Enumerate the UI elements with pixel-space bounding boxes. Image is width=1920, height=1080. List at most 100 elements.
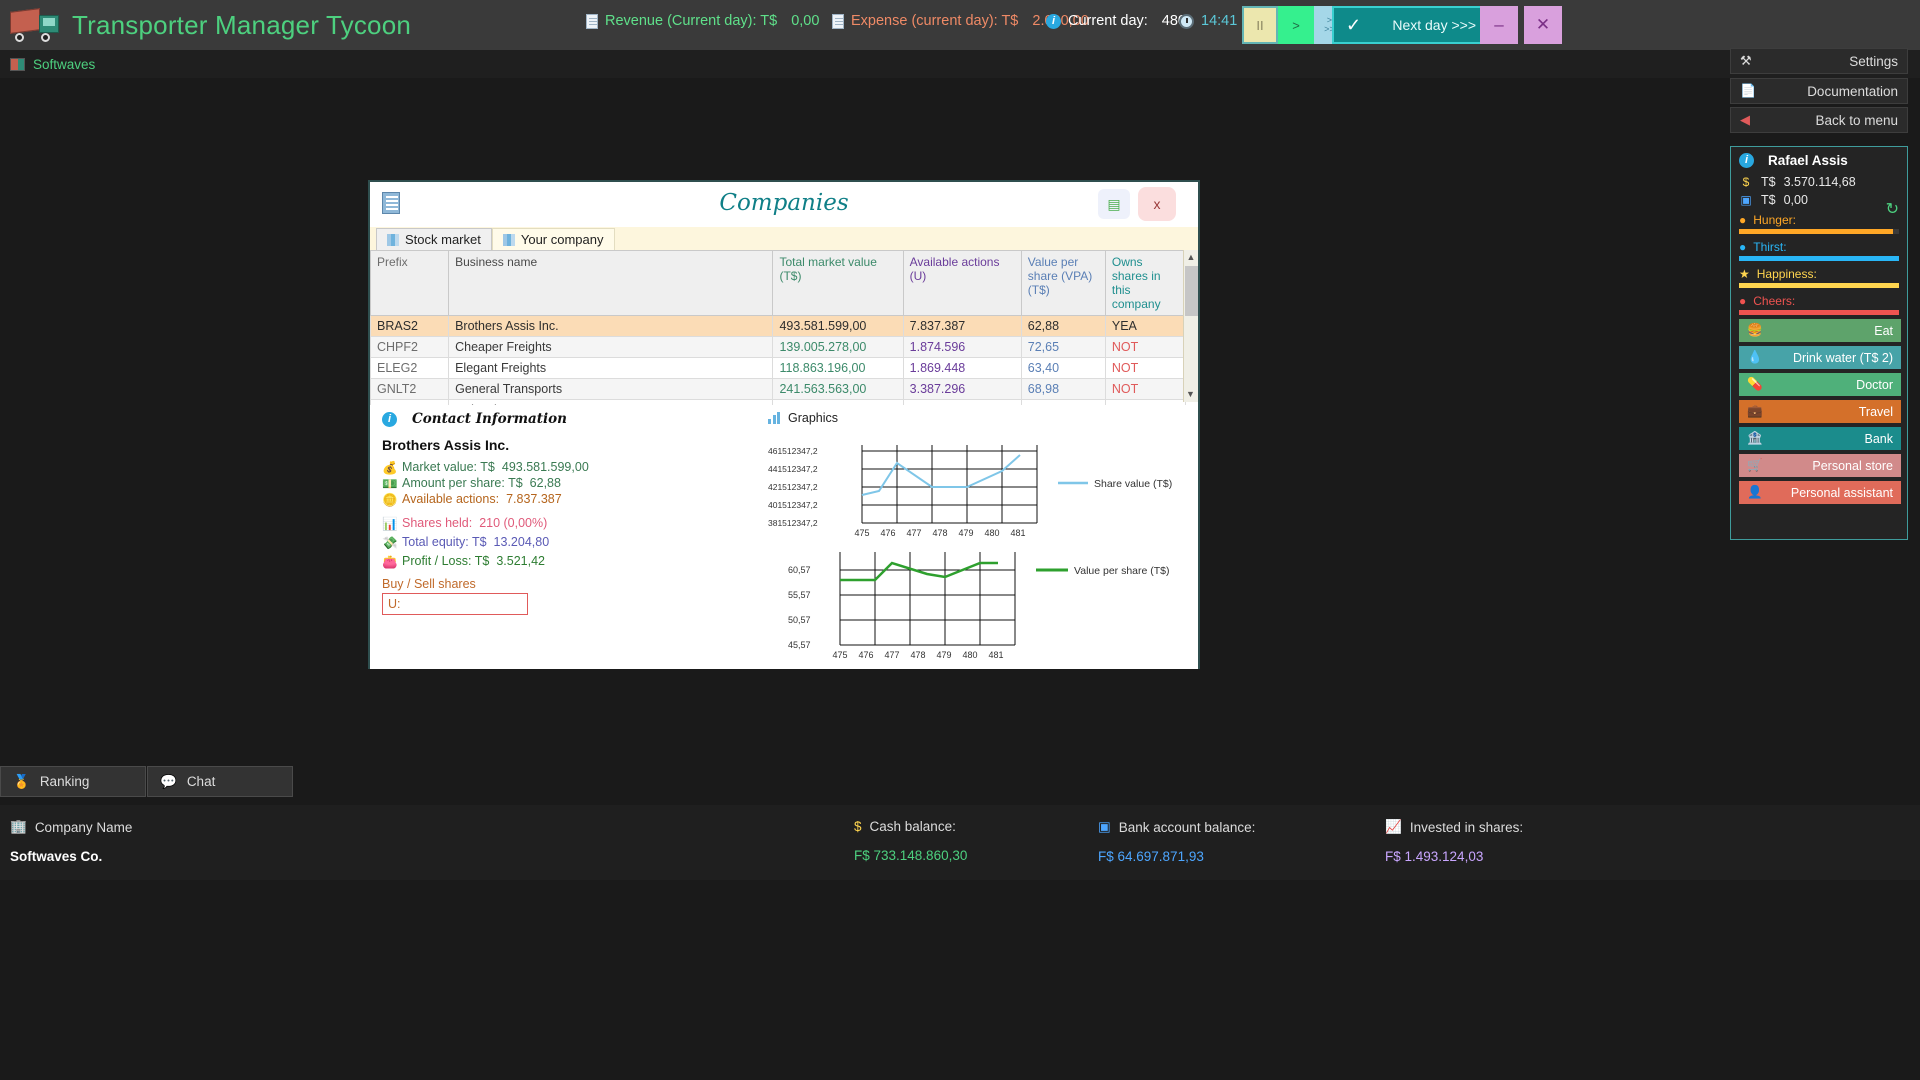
tab-stock-market[interactable]: Stock market [376, 228, 492, 250]
tools-icon: ⚒ [1740, 53, 1752, 69]
refresh-icon[interactable]: ↻ [1886, 199, 1899, 219]
chat-button[interactable]: 💬 Chat [147, 766, 293, 797]
personal-assistant-button[interactable]: 👤 Personal assistant [1739, 481, 1901, 504]
footer-invested-label: Invested in shares: [1410, 820, 1523, 835]
revenue-stat: Revenue (Current day): T$ 0,00 [586, 13, 819, 29]
col-value-per-share[interactable]: Value per share (VPA) (T$) [1021, 251, 1105, 316]
scroll-down-icon[interactable]: ▼ [1184, 387, 1197, 402]
building-small-icon [503, 234, 515, 246]
col-business-name[interactable]: Business name [449, 251, 773, 316]
selected-company-name: Brothers Assis Inc. [382, 437, 509, 453]
ranking-label: Ranking [40, 774, 90, 789]
col-available-actions[interactable]: Available actions (U) [903, 251, 1021, 316]
market-value-label: Market value: T$ [402, 460, 495, 474]
app-title: Transporter Manager Tycoon [72, 10, 411, 41]
bank-label: Bank [1865, 432, 1894, 446]
thirst-bar: ● Thirst: [1739, 240, 1899, 261]
x-tick: 476 [880, 528, 895, 538]
available-actions-label: Available actions: [402, 492, 499, 506]
x-tick: 478 [910, 650, 925, 660]
play-button[interactable]: > [1278, 6, 1314, 44]
footer-bank-value: F$ 64.697.871,93 [1098, 849, 1255, 864]
minimize-button[interactable]: – [1480, 6, 1518, 44]
tab-your-company[interactable]: Your company [492, 228, 615, 250]
buy-sell-input[interactable]: U: [382, 593, 528, 615]
clock-value: 14:41 [1201, 13, 1237, 29]
x-tick: 477 [906, 528, 921, 538]
desktop-label-bar: Softwaves [0, 50, 1920, 78]
revenue-value: 0,00 [791, 13, 819, 29]
dialog-close-button[interactable]: x [1138, 187, 1176, 221]
col-owns-shares[interactable]: Owns shares in this company [1105, 251, 1185, 316]
next-day-button[interactable]: ✓ Next day >>> [1332, 6, 1490, 44]
travel-label: Travel [1859, 405, 1893, 419]
info-panel: i Contact Information Brothers Assis Inc… [370, 405, 1198, 669]
table-row[interactable]: ELEG2 Elegant Freights 118.863.196,00 1.… [371, 358, 1186, 379]
cell-market: 139.005.278,00 [773, 337, 903, 358]
equity-icon: 💸 [382, 536, 395, 548]
dialog-title: Companies [370, 190, 1198, 216]
ranking-button[interactable]: 🏅 Ranking [0, 766, 146, 797]
footer-bank-label: Bank account balance: [1119, 820, 1256, 835]
col-total-market-value[interactable]: Total market value (T$) [773, 251, 903, 316]
player-panel: i Rafael Assis $ T$ 3.570.114,68 ▣ T$ 0,… [1730, 146, 1908, 540]
profit-loss-value: 3.521,42 [496, 554, 545, 568]
scroll-up-icon[interactable]: ▲ [1184, 250, 1198, 265]
dialog-tabs: Stock market Your company [370, 227, 1198, 250]
eat-button[interactable]: 🍔 Eat [1739, 319, 1901, 342]
bank-button[interactable]: 🏦 Bank [1739, 427, 1901, 450]
player-cash-label: T$ [1761, 175, 1776, 189]
cell-prefix: CHPF2 [371, 337, 449, 358]
player-cash: $ T$ 3.570.114,68 [1739, 175, 1899, 189]
table-row[interactable]: CHPF2 Cheaper Freights 139.005.278,00 1.… [371, 337, 1186, 358]
settings-button[interactable]: ⚒ Settings [1730, 48, 1908, 74]
bar-chart-icon [387, 234, 399, 246]
info-icon: i [382, 412, 397, 427]
col-prefix[interactable]: Prefix [371, 251, 449, 316]
assistant-icon: 👤 [1747, 485, 1763, 500]
document-edit-icon [832, 14, 844, 29]
total-equity-line: 💸 Total equity: T$ 13.204,80 [382, 535, 549, 549]
cell-owns: NOT [1105, 358, 1185, 379]
y-tick: 401512347,2 [768, 500, 818, 510]
value-per-share-chart: 60,57 55,57 50,57 45,57 475 476 477 [768, 550, 1188, 665]
table-row[interactable]: BRAS2 Brothers Assis Inc. 493.581.599,00… [371, 316, 1186, 337]
back-to-menu-label: Back to menu [1815, 113, 1898, 128]
cell-owns: NOT [1105, 337, 1185, 358]
amount-per-share-value: 62,88 [530, 476, 561, 490]
footer-invested: 📈 Invested in shares: F$ 1.493.124,03 [1385, 819, 1523, 864]
pause-button[interactable]: II [1242, 6, 1278, 44]
player-bank-label: T$ [1761, 193, 1776, 207]
bottom-status-bar: 🏢 Company Name Softwaves Co. $ Cash bala… [0, 805, 1920, 880]
footer-company-label: Company Name [35, 820, 133, 835]
back-to-menu-button[interactable]: ◀ Back to menu [1730, 107, 1908, 133]
companies-table-wrap: Prefix Business name Total market value … [370, 250, 1198, 402]
companies-dialog: Companies ▤ x Stock market Your company … [368, 180, 1200, 669]
footer-invested-value: F$ 1.493.124,03 [1385, 849, 1523, 864]
cell-market: 241.563.563,00 [773, 379, 903, 400]
personal-store-button[interactable]: 🛒 Personal store [1739, 454, 1901, 477]
cell-vpa: 62,88 [1021, 316, 1105, 337]
cell-owns: YEA [1105, 316, 1185, 337]
hunger-bar: ● Hunger: [1739, 213, 1899, 234]
card-icon: ▣ [1739, 193, 1753, 207]
documentation-button[interactable]: 📄 Documentation [1730, 78, 1908, 104]
table-scrollbar[interactable]: ▲ ▼ [1183, 250, 1198, 402]
graphics-label: Graphics [788, 411, 838, 425]
x-tick: 475 [832, 650, 847, 660]
close-button[interactable]: ✕ [1524, 6, 1562, 44]
drink-water-button[interactable]: 💧 Drink water (T$ 2) [1739, 346, 1901, 369]
market-value-value: 493.581.599,00 [502, 460, 589, 474]
scrollbar-thumb[interactable] [1185, 266, 1198, 316]
travel-button[interactable]: 💼 Travel [1739, 400, 1901, 423]
doctor-button[interactable]: 💊 Doctor [1739, 373, 1901, 396]
x-tick: 481 [988, 650, 1003, 660]
next-day-label: Next day >>> [1392, 17, 1476, 33]
spreadsheet-export-button[interactable]: ▤ [1098, 189, 1130, 219]
shares-held-line: 📊 Shares held: 210 (0,00%) [382, 516, 547, 530]
player-bank: ▣ T$ 0,00 [1739, 193, 1899, 207]
documentation-label: Documentation [1807, 84, 1898, 99]
table-row[interactable]: GNLT2 General Transports 241.563.563,00 … [371, 379, 1186, 400]
truck-small-icon [10, 58, 25, 71]
food-icon: 🍔 [1747, 323, 1763, 338]
